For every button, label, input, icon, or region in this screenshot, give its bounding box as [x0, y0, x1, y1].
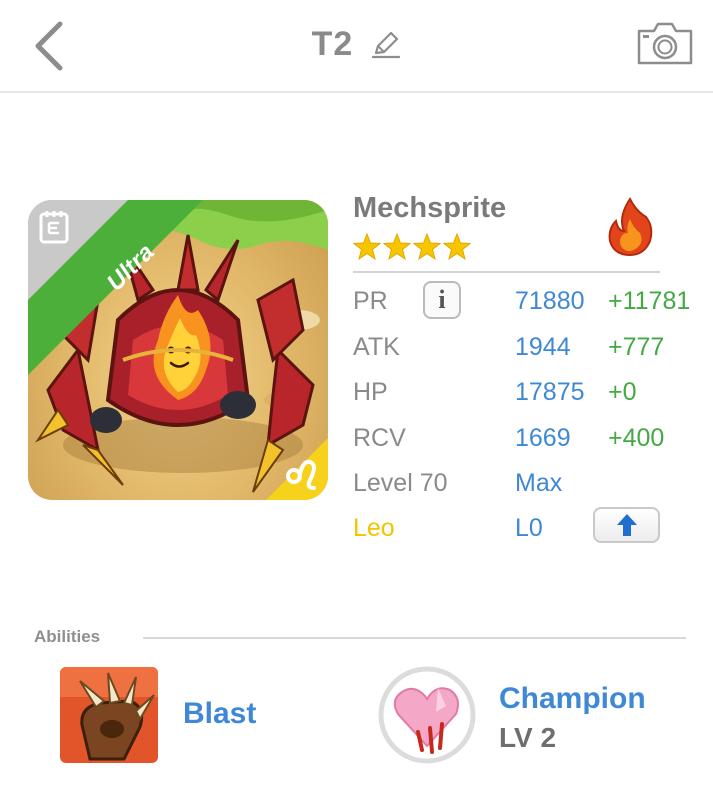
- star-icon: [383, 233, 411, 261]
- star-icon: [413, 233, 441, 261]
- star-icon: [443, 233, 471, 261]
- stat-label-pr: PR: [353, 287, 388, 315]
- stats-divider: [353, 271, 660, 273]
- claw-icon[interactable]: [60, 667, 158, 763]
- sign-label: Leo: [353, 514, 395, 542]
- stat-value-rcv: 1669: [515, 424, 571, 452]
- stat-label-hp: HP: [353, 378, 388, 406]
- upgrade-button[interactable]: [593, 507, 660, 543]
- stat-value-atk: 1944: [515, 333, 571, 361]
- document-icon[interactable]: [38, 210, 70, 244]
- leo-zodiac-icon: [286, 459, 316, 490]
- pencil-icon[interactable]: [371, 29, 401, 59]
- broken-heart-icon[interactable]: [378, 666, 476, 764]
- title-group: T2: [0, 22, 713, 66]
- sign-level-value: L0: [515, 514, 543, 542]
- star-rating: [353, 233, 471, 261]
- fire-icon: [608, 197, 653, 257]
- arrow-up-icon: [616, 514, 637, 536]
- page-title: T2: [311, 24, 354, 63]
- stat-bonus-rcv: +400: [608, 424, 665, 452]
- stat-value-hp: 17875: [515, 378, 585, 406]
- ability-name-champion[interactable]: Champion: [499, 682, 646, 716]
- camera-icon[interactable]: [636, 20, 694, 66]
- stat-value-pr: 71880: [515, 287, 585, 315]
- stat-bonus-atk: +777: [608, 333, 665, 361]
- stat-bonus-hp: +0: [608, 378, 637, 406]
- ability-level-champion: LV 2: [499, 722, 557, 753]
- ability-name-blast[interactable]: Blast: [183, 697, 256, 731]
- star-icon: [353, 233, 381, 261]
- top-bar: T2: [0, 0, 713, 93]
- level-label: Level 70: [353, 469, 448, 497]
- abilities-heading: Abilities: [34, 627, 101, 646]
- monster-name: Mechsprite: [353, 192, 507, 224]
- level-value: Max: [515, 469, 563, 497]
- monster-portrait[interactable]: Ultra: [28, 200, 328, 500]
- stat-label-atk: ATK: [353, 333, 400, 361]
- stat-bonus-pr: +11781: [608, 287, 691, 315]
- info-button[interactable]: i: [423, 281, 461, 319]
- stat-label-rcv: RCV: [353, 424, 406, 452]
- abilities-divider: [143, 637, 686, 639]
